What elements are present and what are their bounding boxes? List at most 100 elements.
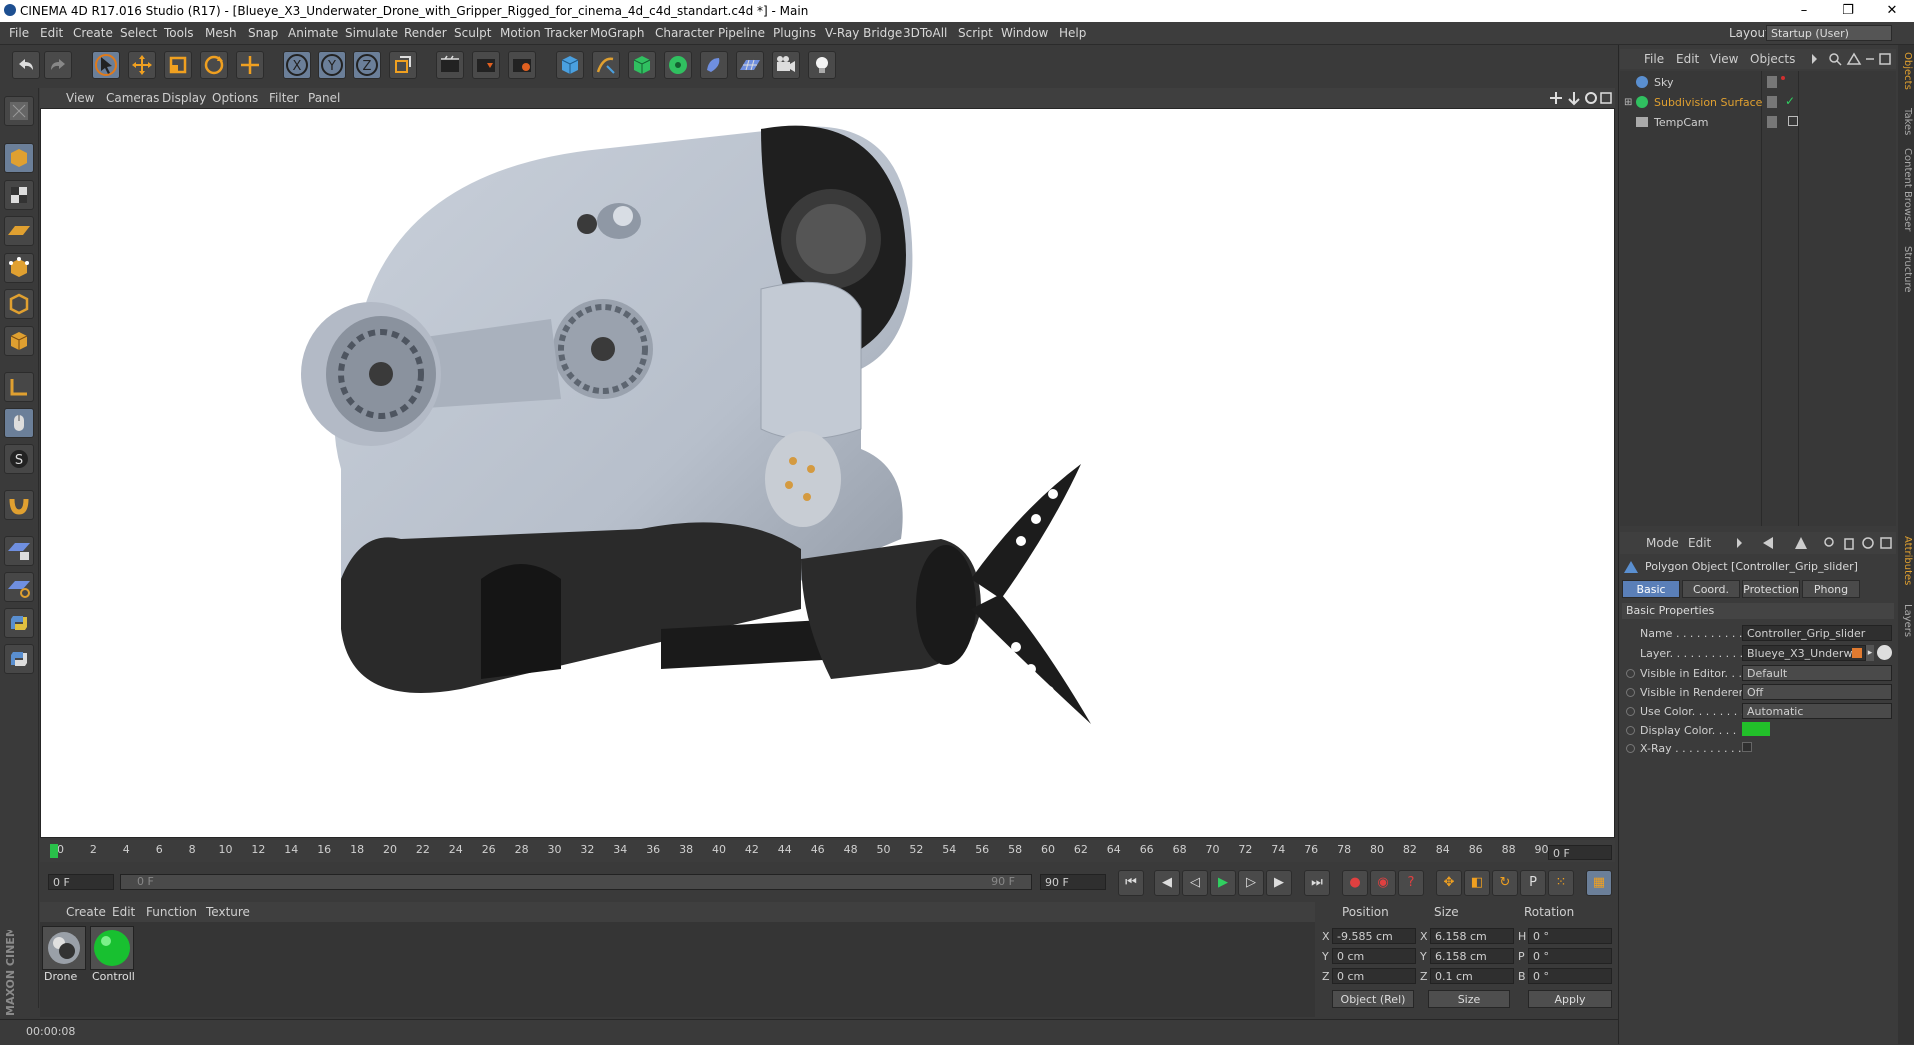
render-settings-icon[interactable] bbox=[508, 51, 536, 79]
attr-tab-basic[interactable]: Basic bbox=[1622, 580, 1680, 598]
camera-icon[interactable] bbox=[772, 51, 800, 79]
prop-radio-xray[interactable] bbox=[1626, 744, 1635, 753]
prop-use-color-select[interactable]: Automatic bbox=[1742, 703, 1892, 719]
material-menu-create[interactable]: Create bbox=[66, 905, 106, 919]
redo-button[interactable] bbox=[44, 51, 72, 79]
om-menu-view[interactable]: View bbox=[1710, 52, 1738, 66]
autokeying-icon[interactable]: ◉ bbox=[1370, 870, 1396, 896]
prop-visible-editor-select[interactable]: Default bbox=[1742, 665, 1892, 681]
menu-render[interactable]: Render bbox=[404, 26, 447, 40]
grid-planar-icon[interactable] bbox=[4, 572, 34, 602]
menu-plugins[interactable]: Plugins bbox=[773, 26, 816, 40]
position-z-field[interactable]: 0 cm bbox=[1332, 968, 1416, 984]
layer-tag-icon[interactable] bbox=[1767, 96, 1777, 108]
make-editable-icon[interactable] bbox=[4, 96, 34, 126]
menu-help[interactable]: Help bbox=[1059, 26, 1086, 40]
prop-radio-use-color[interactable] bbox=[1626, 707, 1635, 716]
light-bulb-icon[interactable] bbox=[808, 51, 836, 79]
axis-mode-icon[interactable] bbox=[4, 372, 34, 402]
coordinate-system-icon[interactable] bbox=[389, 51, 417, 79]
layer-tag-icon[interactable] bbox=[1767, 116, 1777, 128]
om-menu-objects[interactable]: Objects bbox=[1750, 52, 1795, 66]
om-menu-edit[interactable]: Edit bbox=[1676, 52, 1699, 66]
menu-mesh[interactable]: Mesh bbox=[205, 26, 237, 40]
menu-file[interactable]: File bbox=[9, 26, 29, 40]
menu-create[interactable]: Create bbox=[73, 26, 113, 40]
material-menu-edit[interactable]: Edit bbox=[112, 905, 135, 919]
viewport-menu-cameras[interactable]: Cameras bbox=[106, 91, 159, 105]
prop-layer-field[interactable]: Blueye_X3_Underw bbox=[1742, 645, 1866, 661]
menu-animate[interactable]: Animate bbox=[288, 26, 338, 40]
scale-tool-icon[interactable] bbox=[164, 51, 192, 79]
menu-motion-tracker[interactable]: Motion Tracker bbox=[500, 26, 588, 40]
menu-simulate[interactable]: Simulate bbox=[345, 26, 398, 40]
frame-range-slider[interactable]: 0 F 90 F bbox=[120, 874, 1032, 890]
menu-script[interactable]: Script bbox=[958, 26, 993, 40]
deformer-icon[interactable] bbox=[700, 51, 728, 79]
play-forward-icon[interactable]: ▶ bbox=[1210, 870, 1236, 896]
object-list[interactable] bbox=[1620, 71, 1896, 526]
position-x-field[interactable]: -9.585 cm bbox=[1332, 928, 1416, 944]
current-frame-field[interactable]: 0 F bbox=[1548, 845, 1612, 860]
solo-mode-icon[interactable]: S bbox=[4, 444, 34, 474]
cloner-mograph-icon[interactable] bbox=[664, 51, 692, 79]
spline-pen-icon[interactable] bbox=[592, 51, 620, 79]
x-axis-lock-icon[interactable]: X bbox=[283, 51, 311, 79]
workplane-lock-icon[interactable] bbox=[4, 536, 34, 566]
menu-mograph[interactable]: MoGraph bbox=[590, 26, 645, 40]
floor-environment-icon[interactable] bbox=[736, 51, 764, 79]
subdivision-surface-icon[interactable] bbox=[628, 51, 656, 79]
viewport-menu-filter[interactable]: Filter bbox=[269, 91, 299, 105]
polygons-mode-icon[interactable] bbox=[4, 326, 34, 356]
size-z-field[interactable]: 0.1 cm bbox=[1430, 968, 1514, 984]
prop-radio-visible-renderer[interactable] bbox=[1626, 688, 1635, 697]
menu-pipeline[interactable]: Pipeline bbox=[718, 26, 765, 40]
timeline-playhead[interactable] bbox=[50, 844, 58, 858]
om-menu-file[interactable]: File bbox=[1644, 52, 1664, 66]
size-mode-select[interactable]: Size bbox=[1428, 990, 1510, 1008]
undo-button[interactable] bbox=[12, 51, 40, 79]
layout-select[interactable]: Startup (User) bbox=[1766, 25, 1892, 41]
menu-character[interactable]: Character bbox=[655, 26, 714, 40]
prop-visible-renderer-select[interactable]: Off bbox=[1742, 684, 1892, 700]
apply-button[interactable]: Apply bbox=[1528, 990, 1612, 1008]
tweak-mode-icon[interactable] bbox=[4, 408, 34, 438]
material-swatch-controller[interactable] bbox=[90, 926, 134, 970]
end-frame-field[interactable]: 90 F bbox=[1040, 874, 1106, 890]
side-tab-takes[interactable]: Takes bbox=[1899, 108, 1913, 135]
key-rotation-icon[interactable]: ↻ bbox=[1492, 870, 1518, 896]
points-mode-icon[interactable] bbox=[4, 253, 34, 283]
key-position-icon[interactable]: ✥ bbox=[1436, 870, 1462, 896]
previous-keyframe-icon[interactable]: ◀ bbox=[1154, 870, 1180, 896]
size-y-field[interactable]: 6.158 cm bbox=[1430, 948, 1514, 964]
prop-radio-visible-editor[interactable] bbox=[1626, 669, 1635, 678]
maximize-button[interactable]: ❐ bbox=[1826, 0, 1870, 22]
menu-tools[interactable]: Tools bbox=[164, 26, 194, 40]
next-frame-icon[interactable]: ▷ bbox=[1238, 870, 1264, 896]
viewport-navigation-icons[interactable] bbox=[1548, 90, 1612, 106]
object-row-subdivision-surface[interactable]: ⊞ Subdivision Surface ✓ bbox=[1620, 94, 1896, 113]
attr-tab-phong[interactable]: Phong bbox=[1802, 580, 1860, 598]
rotation-b-field[interactable]: 0 ° bbox=[1528, 968, 1612, 984]
viewport-menu-panel[interactable]: Panel bbox=[308, 91, 340, 105]
go-to-start-icon[interactable]: ⏮ bbox=[1118, 870, 1144, 896]
close-button[interactable]: ✕ bbox=[1870, 0, 1914, 22]
menu-window[interactable]: Window bbox=[1001, 26, 1048, 40]
prop-radio-display-color[interactable] bbox=[1626, 726, 1635, 735]
y-axis-lock-icon[interactable]: Y bbox=[318, 51, 346, 79]
display-color-swatch[interactable] bbox=[1742, 722, 1770, 736]
model-mode-icon[interactable] bbox=[4, 143, 34, 173]
python-script-icon[interactable] bbox=[4, 608, 34, 638]
layer-tag-icon[interactable] bbox=[1767, 76, 1777, 88]
edges-mode-icon[interactable] bbox=[4, 289, 34, 319]
cube-primitive-icon[interactable] bbox=[556, 51, 584, 79]
workplane-mode-icon[interactable] bbox=[4, 216, 34, 246]
menu-edit[interactable]: Edit bbox=[40, 26, 63, 40]
side-tab-layers[interactable]: Layers bbox=[1899, 604, 1913, 637]
attr-tab-protection[interactable]: Protection bbox=[1742, 580, 1800, 598]
next-keyframe-icon[interactable]: ▶ bbox=[1266, 870, 1292, 896]
attr-menu-edit[interactable]: Edit bbox=[1688, 536, 1711, 550]
move-tool-icon[interactable] bbox=[128, 51, 156, 79]
viewport-menu-display[interactable]: Display bbox=[162, 91, 206, 105]
rotation-p-field[interactable]: 0 ° bbox=[1528, 948, 1612, 964]
